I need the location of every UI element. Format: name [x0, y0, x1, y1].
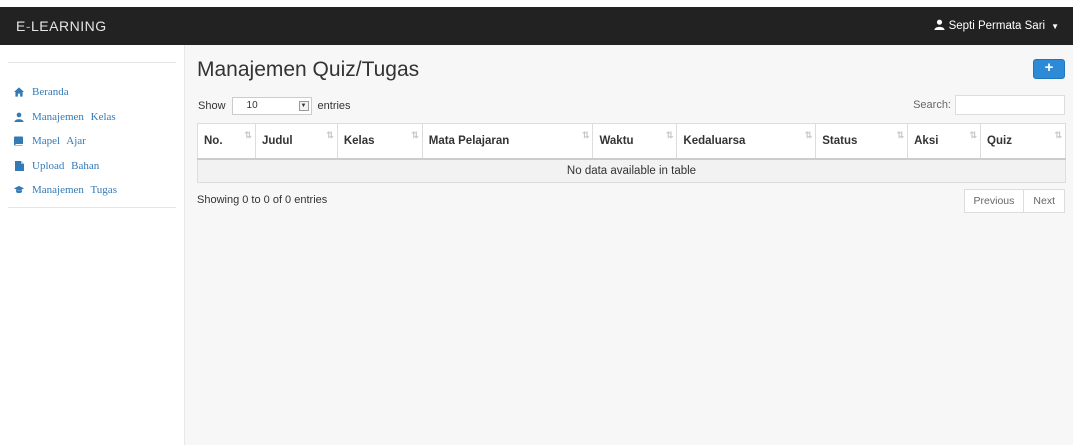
sidebar-item-beranda[interactable]: Beranda: [14, 80, 117, 105]
brand-logo[interactable]: E-LEARNING: [16, 18, 107, 34]
caret-down-icon: ▼: [1051, 21, 1059, 31]
brand-prefix: E: [16, 18, 26, 34]
sidebar-item-upload-bahan[interactable]: Upload Bahan: [14, 154, 117, 179]
entries-length-control: Show 10 ▼ entries: [198, 97, 351, 115]
user-menu[interactable]: Septi Permata Sari ▼: [934, 19, 1059, 33]
table-row: No data available in table: [197, 158, 1066, 183]
main-content: Manajemen Quiz/Tugas + Show 10 ▼ entries…: [184, 45, 1073, 445]
sidebar-item-label: Mapel Ajar: [32, 135, 86, 148]
column-header-waktu[interactable]: Waktu ⇅: [592, 123, 678, 160]
add-button[interactable]: +: [1033, 59, 1065, 79]
previous-button[interactable]: Previous: [963, 189, 1025, 213]
sort-icon: ⇅: [326, 130, 333, 140]
sidebar: Beranda Manajemen Kelas Mapel Ajar Uploa…: [0, 45, 184, 445]
sort-icon: ⇅: [896, 130, 904, 140]
pagination: Previous Next: [963, 189, 1065, 213]
file-icon: [14, 160, 24, 171]
entries-select[interactable]: 10 ▼: [231, 97, 312, 115]
sidebar-item-manajemen-kelas[interactable]: Manajemen Kelas: [14, 105, 117, 130]
sort-asc-icon: ⇅: [244, 130, 251, 140]
table-header-row: No. ⇅ Judul ⇅ Kelas ⇅ Mata Pelajaran ⇅ Waktu…: [197, 123, 1066, 160]
sort-icon: ⇅: [1054, 130, 1061, 140]
graduation-cap-icon: [14, 185, 24, 195]
sidebar-item-manajemen-tugas[interactable]: Manajemen Tugas: [14, 178, 117, 203]
empty-table-message: No data available in table: [197, 158, 1066, 183]
quiz-table: No. ⇅ Judul ⇅ Kelas ⇅ Mata Pelajaran ⇅ Waktu…: [197, 123, 1066, 183]
sidebar-divider: [8, 62, 176, 63]
sidebar-item-label: Manajemen Tugas: [32, 184, 117, 197]
next-button[interactable]: Next: [1024, 189, 1065, 213]
sort-icon: ⇅: [969, 130, 976, 140]
user-icon: [14, 112, 24, 122]
home-icon: [14, 87, 24, 97]
dropdown-arrow-icon: ▼: [298, 101, 309, 111]
sort-icon: ⇅: [665, 130, 673, 140]
sidebar-menu: Beranda Manajemen Kelas Mapel Ajar Uploa…: [14, 80, 117, 203]
column-header-judul[interactable]: Judul ⇅: [254, 123, 338, 160]
sidebar-item-label: Manajemen Kelas: [32, 110, 116, 123]
sidebar-item-label: Upload Bahan: [32, 159, 100, 172]
column-header-kelas[interactable]: Kelas ⇅: [336, 123, 423, 160]
search-label: Search:: [913, 99, 951, 111]
sidebar-divider: [8, 207, 176, 208]
column-header-kedaluarsa[interactable]: Kedaluarsa ⇅: [676, 123, 817, 160]
top-navbar: E-LEARNING Septi Permata Sari ▼: [0, 7, 1073, 45]
column-header-aksi[interactable]: Aksi ⇅: [907, 123, 982, 160]
book-icon: [14, 136, 24, 146]
user-name: Septi Permata Sari: [948, 20, 1046, 32]
search-filter: Search:: [913, 95, 1065, 115]
sidebar-item-label: Beranda: [32, 86, 69, 99]
column-header-quiz[interactable]: Quiz ⇅: [980, 123, 1066, 160]
table-info: Showing 0 to 0 of 0 entries: [197, 194, 328, 206]
brand-name: LEARNING: [31, 18, 107, 34]
search-input[interactable]: [955, 95, 1065, 115]
column-header-status[interactable]: Status ⇅: [815, 123, 909, 160]
sort-icon: ⇅: [804, 130, 812, 140]
entries-select-value: 10: [246, 100, 258, 111]
sort-icon: ⇅: [411, 130, 418, 140]
page-title: Manajemen Quiz/Tugas: [197, 58, 420, 81]
column-header-no[interactable]: No. ⇅: [197, 123, 256, 160]
sort-icon: ⇅: [581, 130, 589, 140]
sidebar-item-mapel-ajar[interactable]: Mapel Ajar: [14, 129, 117, 154]
user-icon: [934, 19, 945, 33]
length-entries-label: entries: [317, 100, 351, 112]
length-show-label: Show: [198, 100, 226, 112]
column-header-mata-pelajaran[interactable]: Mata Pelajaran ⇅: [421, 123, 594, 160]
